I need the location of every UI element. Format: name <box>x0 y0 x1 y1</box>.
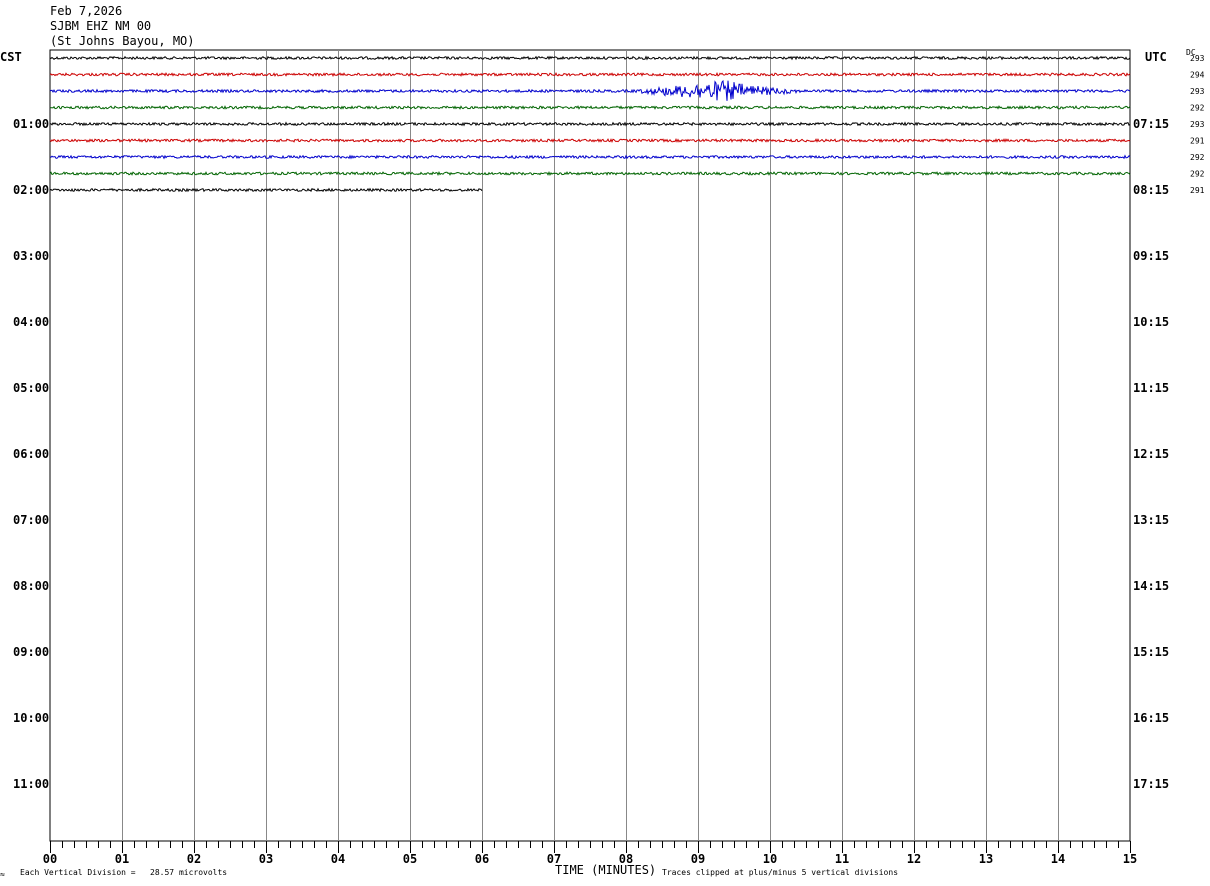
left-hour-label: 10:00 <box>13 711 49 725</box>
trace-row-0 <box>49 55 1131 61</box>
x-tick-label: 09 <box>691 852 705 866</box>
x-tick-label: 14 <box>1051 852 1065 866</box>
x-tick-label: 12 <box>907 852 921 866</box>
left-hour-label: 04:00 <box>13 315 49 329</box>
left-hour-label: 05:00 <box>13 381 49 395</box>
x-tick-label: 01 <box>115 852 129 866</box>
right-hour-label: 17:15 <box>1133 777 1169 791</box>
dc-offset-value: 293 <box>1190 54 1205 63</box>
trace-row-7 <box>49 170 1131 177</box>
clip-note: Traces clipped at plus/minus 5 vertical … <box>662 868 899 877</box>
left-hour-label: 09:00 <box>13 645 49 659</box>
right-hour-label: 07:15 <box>1133 117 1169 131</box>
trace-row-3 <box>49 104 1131 110</box>
x-axis-title: TIME (MINUTES) <box>555 863 657 877</box>
x-tick-label: 02 <box>187 852 201 866</box>
right-hour-label: 11:15 <box>1133 381 1169 395</box>
vertical-division-note: Each Vertical Division = 28.57 microvolt… <box>20 868 228 877</box>
right-hour-label: 09:15 <box>1133 249 1169 263</box>
dc-offset-value: 292 <box>1190 104 1205 113</box>
right-hour-label: 16:15 <box>1133 711 1169 725</box>
dc-offset-value: 291 <box>1190 186 1205 195</box>
right-hour-label: 12:15 <box>1133 447 1169 461</box>
plot-frame <box>49 49 1131 842</box>
trace-row-2 <box>49 79 1131 101</box>
x-tick-label: 06 <box>475 852 489 866</box>
left-hour-label: 07:00 <box>13 513 49 527</box>
x-tick-label: 03 <box>259 852 273 866</box>
x-tick-label: 05 <box>403 852 417 866</box>
right-hour-label: 15:15 <box>1133 645 1169 659</box>
dc-offset-value: 294 <box>1190 71 1205 80</box>
left-hour-label: 06:00 <box>13 447 49 461</box>
trace-row-6 <box>49 154 1131 160</box>
dc-offset-value: 293 <box>1190 87 1205 96</box>
trace-row-4 <box>49 121 1131 127</box>
x-tick-label: 10 <box>763 852 777 866</box>
corner-mark: ≈ <box>0 870 5 879</box>
right-hour-label: 14:15 <box>1133 579 1169 593</box>
left-hour-label: 03:00 <box>13 249 49 263</box>
right-hour-label: 13:15 <box>1133 513 1169 527</box>
seismogram-plot: 00 01 02 03 04 05 06 07 08 09 10 11 12 13 14 1501:0002:… <box>13 49 1205 866</box>
dc-offset-value: 293 <box>1190 120 1205 129</box>
left-hour-label: 02:00 <box>13 183 49 197</box>
x-tick-label: 13 <box>979 852 993 866</box>
right-hour-label: 10:15 <box>1133 315 1169 329</box>
left-hour-label: 01:00 <box>13 117 49 131</box>
dc-offset-value: 291 <box>1190 137 1205 146</box>
right-hour-label: 08:15 <box>1133 183 1169 197</box>
x-tick-label: 11 <box>835 852 849 866</box>
left-hour-label: 08:00 <box>13 579 49 593</box>
left-hour-label: 11:00 <box>13 777 49 791</box>
x-tick-label: 00 <box>43 852 57 866</box>
x-tick-label: 15 <box>1123 852 1137 866</box>
x-tick-label: 04 <box>331 852 345 866</box>
dc-offset-value: 292 <box>1190 153 1205 162</box>
dc-offset-value: 292 <box>1190 170 1205 179</box>
trace-row-5 <box>49 138 1131 143</box>
trace-row-1 <box>49 71 1131 77</box>
